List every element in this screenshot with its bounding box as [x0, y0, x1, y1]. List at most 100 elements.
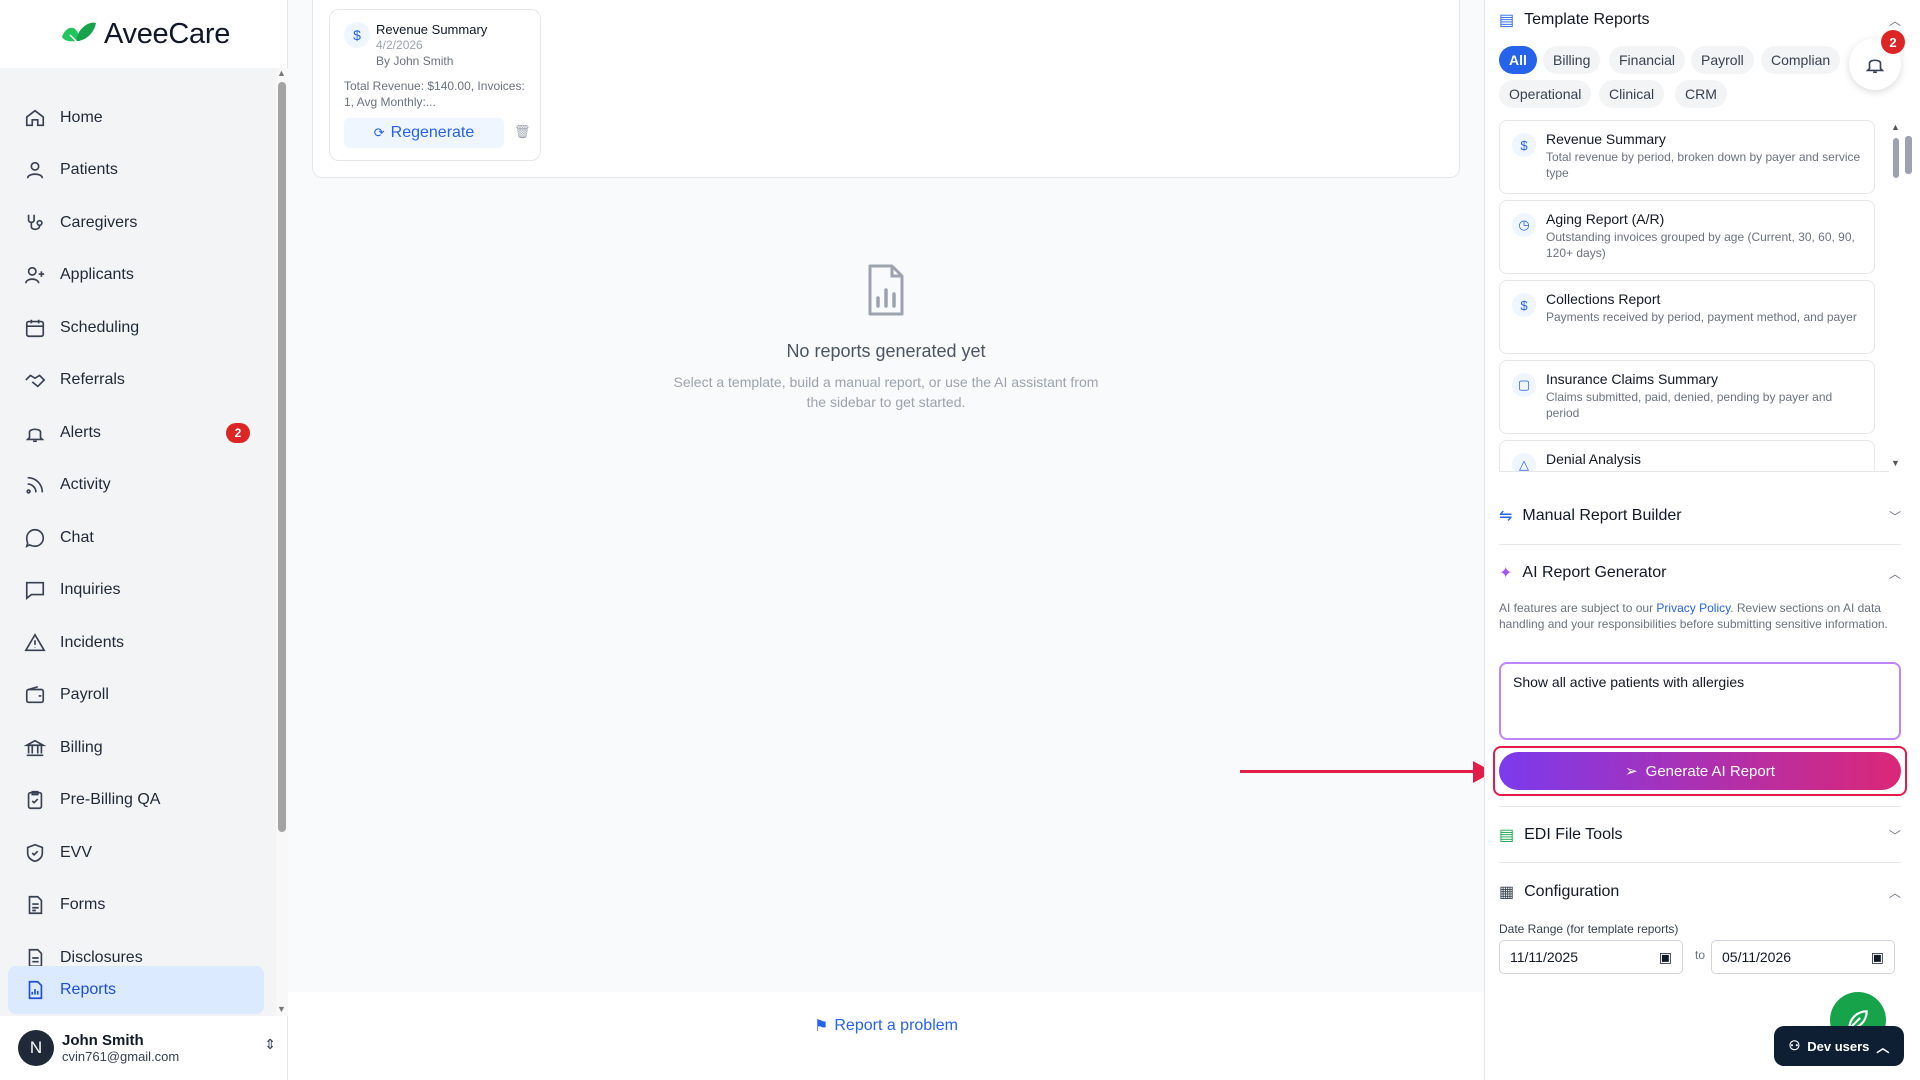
chip-crm[interactable]: CRM: [1675, 80, 1727, 108]
section-title: Template Reports: [1524, 11, 1650, 28]
flag-message-icon: ⚑: [814, 1018, 829, 1035]
sidebar-item-home[interactable]: Home: [8, 94, 264, 142]
users-icon: ⚇: [1788, 1038, 1801, 1053]
bank-icon: [24, 739, 46, 757]
dev-users-label: Dev users: [1807, 1038, 1870, 1054]
scroll-down-arrow-icon[interactable]: ▼: [1891, 458, 1900, 468]
scroll-up-arrow-icon[interactable]: ▲: [1891, 122, 1900, 132]
handshake-icon: [25, 374, 46, 388]
sidebar-item-patients[interactable]: Patients: [8, 146, 264, 194]
template-item-aging-report[interactable]: ◷ Aging Report (A/R) Outstanding invoice…: [1499, 200, 1875, 274]
annotation-arrow-line: [1240, 770, 1480, 773]
template-list-scrollbar[interactable]: ▲ ▼: [1891, 122, 1901, 472]
empty-state: No reports generated yet Select a templa…: [288, 260, 1484, 412]
sidebar-scrollbar[interactable]: ▲ ▼: [276, 68, 288, 1016]
section-title: EDI File Tools: [1524, 826, 1623, 843]
sidebar-item-billing[interactable]: Billing: [8, 724, 264, 772]
chevron-up-icon: ︿: [1888, 566, 1901, 581]
sidebar-item-inquiries[interactable]: Inquiries: [8, 566, 264, 614]
brand-logo[interactable]: AveeCare: [58, 14, 230, 54]
chip-billing[interactable]: Billing: [1543, 46, 1601, 74]
template-item-revenue-summary[interactable]: $ Revenue Summary Total revenue by perio…: [1499, 120, 1875, 194]
sidebar-item-label: Forms: [60, 896, 106, 913]
chip-all[interactable]: All: [1499, 46, 1537, 74]
user-name: John Smith: [62, 1032, 144, 1049]
calendar-picker-icon[interactable]: ▣: [1871, 949, 1884, 966]
privacy-policy-link[interactable]: Privacy Policy: [1656, 601, 1730, 615]
generate-ai-report-button[interactable]: ➢ Generate AI Report: [1499, 752, 1901, 790]
sidebar-item-label: Referrals: [60, 371, 125, 388]
sidebar-item-alerts[interactable]: Alerts 2: [8, 409, 264, 457]
report-problem-link[interactable]: ⚑ Report a problem: [288, 1016, 1484, 1036]
ai-report-generator-header[interactable]: ✦ AI Report Generator ︿: [1499, 553, 1901, 593]
configuration-header[interactable]: ▦ Configuration ︿: [1499, 872, 1901, 912]
template-item-denial-analysis[interactable]: △ Denial Analysis: [1499, 440, 1875, 471]
template-reports-header[interactable]: ▤ Template Reports ︿: [1499, 0, 1901, 40]
ai-disclaimer: AI features are subject to our Privacy P…: [1499, 600, 1901, 632]
date-to-separator: to: [1695, 948, 1706, 962]
clipboard-check-icon: [27, 790, 43, 810]
regenerate-button[interactable]: ⟳ Regenerate: [344, 118, 504, 148]
right-panel-scrollbar[interactable]: [1904, 118, 1914, 1068]
report-icon: [28, 980, 43, 1000]
sidebar-item-chat[interactable]: Chat: [8, 514, 264, 562]
scrollbar-thumb[interactable]: [1905, 136, 1912, 174]
sidebar-item-applicants[interactable]: Applicants: [8, 251, 264, 299]
chip-compliance[interactable]: Complian: [1761, 46, 1841, 74]
sidebar-nav: Home Patients Caregivers Applicants Sche…: [0, 68, 276, 1016]
regenerate-label: Regenerate: [390, 124, 475, 141]
edi-file-tools-header[interactable]: ▤ EDI File Tools ﹀: [1499, 815, 1901, 855]
template-item-collections-report[interactable]: $ Collections Report Payments received b…: [1499, 280, 1875, 354]
sidebar-item-evv[interactable]: EVV: [8, 829, 264, 877]
date-to-input[interactable]: 05/11/2026 ▣: [1711, 940, 1895, 974]
main-content: $ Revenue Summary 4/2/2026 By John Smith…: [288, 0, 1484, 992]
chip-payroll[interactable]: Payroll: [1691, 46, 1754, 74]
scrollbar-thumb[interactable]: [1893, 138, 1899, 178]
sidebar-item-referrals[interactable]: Referrals: [8, 356, 264, 404]
calendar-icon: ▦: [1499, 884, 1515, 901]
chat-bubble-icon: [25, 528, 45, 548]
dev-users-button[interactable]: ⚇ Dev users ︿: [1774, 1026, 1904, 1066]
scroll-up-arrow-icon[interactable]: ▲: [277, 68, 286, 78]
sidebar-item-scheduling[interactable]: Scheduling: [8, 304, 264, 352]
empty-state-title: No reports generated yet: [786, 341, 986, 361]
sidebar-item-pre-billing-qa[interactable]: Pre-Billing QA: [8, 776, 264, 824]
report-card[interactable]: $ Revenue Summary 4/2/2026 By John Smith…: [329, 9, 541, 161]
sidebar-item-label: Billing: [60, 739, 103, 756]
chevron-down-icon: ﹀: [1888, 828, 1901, 843]
trash-icon[interactable]: 🗑: [514, 124, 531, 140]
sidebar-item-activity[interactable]: Activity: [8, 461, 264, 509]
sidebar-item-reports[interactable]: Reports: [8, 966, 264, 1014]
template-item-insurance-claims[interactable]: ▢ Insurance Claims Summary Claims submit…: [1499, 360, 1875, 434]
section-divider: [1499, 862, 1901, 863]
scrollbar-thumb[interactable]: [278, 82, 286, 832]
bell-icon: [1865, 59, 1885, 74]
sidebar-item-incidents[interactable]: Incidents: [8, 619, 264, 667]
date-from-input[interactable]: 11/11/2025 ▣: [1499, 940, 1683, 974]
template-list: $ Revenue Summary Total revenue by perio…: [1499, 120, 1889, 472]
chip-financial[interactable]: Financial: [1609, 46, 1686, 74]
ai-prompt-input[interactable]: Show all active patients with allergies: [1499, 662, 1901, 740]
scroll-down-arrow-icon[interactable]: ▼: [277, 1004, 286, 1014]
sidebar-item-label: Payroll: [60, 686, 109, 703]
sidebar-item-label: Reports: [60, 981, 117, 998]
sidebar-item-label: Scheduling: [60, 319, 140, 336]
file-text-icon: ▤: [1499, 827, 1515, 844]
chip-operational[interactable]: Operational: [1499, 80, 1592, 108]
calendar-picker-icon[interactable]: ▣: [1659, 949, 1672, 966]
sidebar-item-label: Pre-Billing QA: [60, 791, 161, 808]
chip-clinical[interactable]: Clinical: [1599, 80, 1665, 108]
user-plus-icon: [25, 266, 45, 284]
template-description: Outstanding invoices grouped by age (Cur…: [1546, 230, 1855, 260]
sidebar-item-forms[interactable]: Forms: [8, 881, 264, 929]
sidebar-item-caregivers[interactable]: Caregivers: [8, 199, 264, 247]
alerts-count-badge: 2: [226, 423, 250, 443]
notification-count-badge: 2: [1881, 30, 1905, 54]
report-card-date: 4/2/2026: [376, 38, 423, 52]
user-menu[interactable]: N John Smith cvin761@gmail.com ⇕: [18, 1024, 276, 1072]
template-name: Denial Analysis: [1546, 451, 1641, 467]
sidebar-item-payroll[interactable]: Payroll: [8, 671, 264, 719]
manual-report-builder-header[interactable]: ⇋ Manual Report Builder ﹀: [1499, 496, 1901, 536]
rss-icon: [26, 476, 44, 494]
sidebar-item-label: Chat: [60, 529, 94, 546]
